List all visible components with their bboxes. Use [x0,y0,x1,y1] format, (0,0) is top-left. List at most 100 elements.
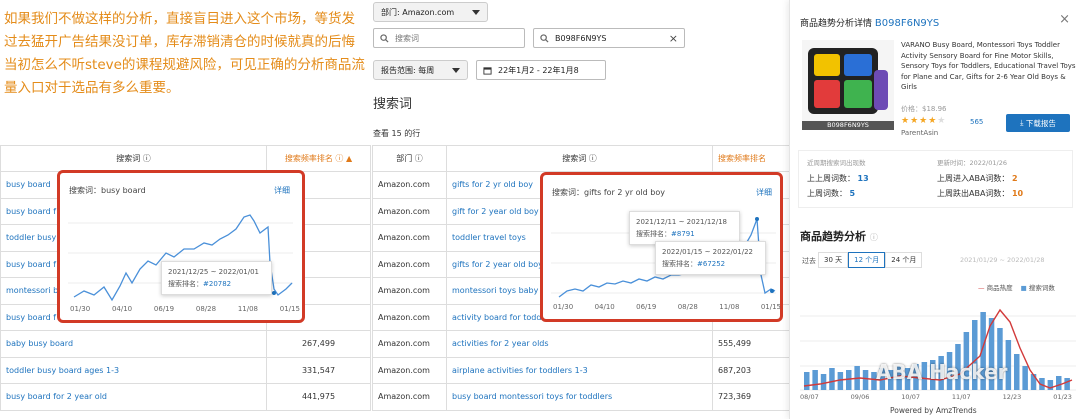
chevron-down-icon [452,67,460,73]
stat-value: 5 [849,189,856,198]
x-tick: 08/07 [800,393,819,401]
stat-label: 上上周词数： [807,174,855,183]
rank-cell: 723,369 [712,383,790,411]
trend-section-title: 商品趋势分析 ⓘ [800,228,878,244]
rank-cell: 555,499 [712,330,790,358]
rank-cell: 687,203 [712,356,790,384]
commentary-text: 如果我们不做这样的分析，直接盲目进入这个市场，等货发过去猛开广告结果没订单，库存… [4,11,365,96]
search-term-link[interactable]: toddler busy board ages 1-3 [0,356,267,384]
search-icon [380,33,389,43]
department-cell: Amazon.com [372,250,447,278]
x-tick: 01/30 [553,303,574,311]
table-row: toddler busy board ages 1-3 331,547 [0,356,371,384]
calendar-icon [483,66,492,75]
detail-link[interactable]: 详细 [756,187,772,198]
stat-entered-aba: 上周进入ABA词数： 2 [937,173,1018,184]
trend-bar [820,374,827,390]
trend-bar [1014,354,1020,390]
tooltip-label: 搜索排名： [168,280,203,288]
x-tick: 01/15 [760,303,781,311]
powered-by: Powered by AmzTrends [890,406,977,415]
column-header-department[interactable]: 部门 ⓘ [372,145,447,172]
review-count[interactable]: 565 [970,118,983,126]
trend-bar [829,368,835,390]
panel-title-text: 商品趋势分析详情 [800,19,873,29]
stat-label: 上周词数： [807,189,847,198]
legend-item: ■ 搜索词数 [1021,282,1055,292]
department-dropdown[interactable]: 部门: Amazon.com [373,2,488,22]
column-header-rank[interactable]: 搜索频率排名 [712,145,790,172]
department-cell: Amazon.com [372,383,447,411]
update-time: 更新时间：2022/01/26 [937,159,1007,167]
popup-x-axis: 01/30 04/10 06/19 08/28 11/08 01/15 [70,305,300,313]
report-range-label: 报告范围: 每周 [381,65,435,75]
x-tick: 08/28 [195,305,217,313]
date-range-value: 22年1月2 - 22年1月8 [498,65,579,75]
report-range-dropdown[interactable]: 报告范围: 每周 [373,60,468,80]
trend-title-text: 商品趋势分析 [800,230,866,243]
search-term-link[interactable]: activities for 2 year olds [446,330,713,358]
product-title: VARANO Busy Board, Montessori Toys Toddl… [901,41,1076,91]
rank-cell: 331,547 [266,356,371,384]
tooltip-label: 搜索排名： [662,260,697,268]
search-term-link[interactable]: baby busy board [0,330,267,358]
column-header-rank[interactable]: 搜索频率排名 ⓘ ▲ [266,145,371,172]
x-tick: 09/06 [850,393,870,401]
x-tick: 12/23 [1002,393,1022,401]
search-term-link[interactable]: busy board montessori toys for toddlers [446,383,713,411]
asin-input[interactable]: B098F6N9YS × [533,28,685,48]
stats-box: 近周期搜索词出现数 更新时间：2022/01/26 上上周词数： 13 上周词数… [798,150,1073,208]
clear-icon[interactable]: × [669,32,678,45]
trend-x-axis: 08/07 09/06 10/07 11/07 12/23 01/23 [800,393,1072,401]
range-option-24m[interactable]: 24 个月 [885,252,923,268]
detail-link[interactable]: 详细 [274,185,290,196]
date-range-input[interactable]: 22年1月2 - 22年1月8 [476,60,606,80]
x-tick: 04/10 [594,303,615,311]
trend-bar [1030,374,1037,390]
legend-label: 搜索词数 [1028,284,1055,292]
stat-value: 10 [1011,189,1024,198]
tooltip-value: #8791 [671,230,695,238]
panel-asin[interactable]: B098F6N9YS [875,18,939,29]
stat-dropped-aba: 上周跌出ABA词数： 10 [937,188,1023,199]
x-tick: 08/28 [677,303,698,311]
trend-bar [804,372,810,390]
trend-bar [1056,376,1062,390]
chevron-down-icon [472,9,480,15]
tooltip-value: #67252 [697,260,726,268]
product-price: 价格：$18.96 [901,105,947,113]
range-label: 过去 [802,257,816,265]
table-row: busy board for 2 year old 441,975 [0,383,371,411]
x-tick: 01/15 [279,305,300,313]
department-cell: Amazon.com [372,303,447,331]
close-icon[interactable]: × [1059,12,1070,27]
download-report-button[interactable]: ⤓ 下载报告 [1006,114,1070,132]
legend-box-icon: ■ [1020,284,1027,292]
stat-value: 2 [1011,174,1018,183]
image-caption: B098F6N9YS [802,121,894,130]
tooltip-value: #20782 [203,280,232,288]
trend-popup-gifts: 搜索词：gifts for 2 yr old boy 详细 01/30 04/10… [540,172,783,322]
tooltip-date: 2022/01/15 ~ 2022/01/22 [662,248,754,256]
x-tick: 06/19 [153,305,175,313]
range-option-30d[interactable]: 30 天 [818,252,849,268]
asin-value: B098F6N9YS [555,33,607,43]
trend-bar [812,370,818,390]
stat-label: 上周跌出ABA词数： [937,189,1010,198]
search-term-link[interactable]: busy board for 2 year old [0,383,267,411]
column-header-search-term[interactable]: 搜索词 ⓘ [0,145,267,172]
trend-bar [862,370,869,390]
parent-asin-label: ParentAsin [901,129,939,137]
search-term-input[interactable]: 搜索词 [373,28,525,48]
search-term-link[interactable]: airplane activities for toddlers 1-3 [446,356,713,384]
chart-tooltip: 2022/01/15 ~ 2022/01/22 搜索排名：#67252 [655,241,766,275]
popup-title: 搜索词：gifts for 2 yr old boy [552,188,666,197]
legend-label: 商品热度 [986,284,1013,292]
column-header-search-term[interactable]: 搜索词 ⓘ [446,145,713,172]
x-tick: 04/10 [111,305,133,313]
stat-last-week: 上周词数： 5 [807,188,855,199]
tooltip-date: 2021/12/11 ~ 2021/12/18 [636,218,728,226]
chart-legend: — 商品热度 ■ 搜索词数 [978,282,1055,292]
range-option-12m[interactable]: 12 个月 [848,252,886,268]
product-image: B098F6N9YS [802,40,894,130]
